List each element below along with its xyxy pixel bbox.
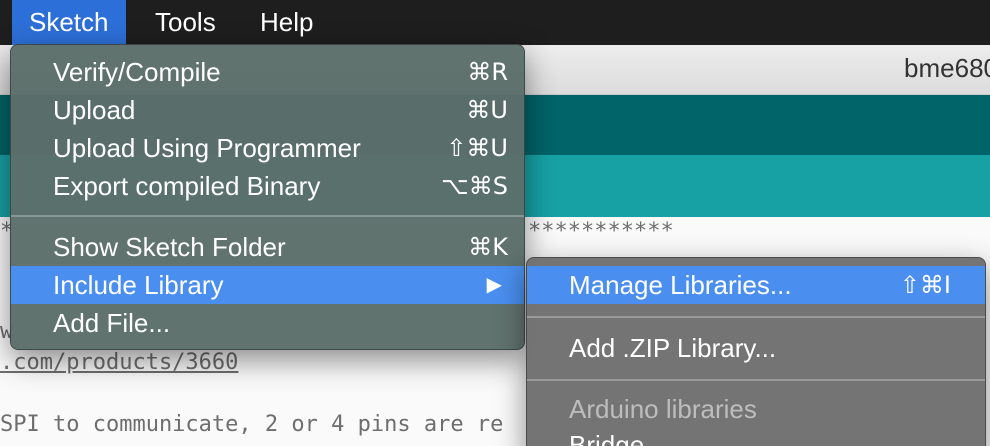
menu-item-include-library[interactable]: Include Library ▶: [11, 266, 524, 304]
menu-item-label: Upload Using Programmer: [53, 133, 361, 163]
menu-item-show-sketch-folder[interactable]: Show Sketch Folder ⌘K: [11, 228, 524, 266]
menu-item-add-zip-library[interactable]: Add .ZIP Library...: [527, 329, 985, 367]
menu-item-upload-using-programmer[interactable]: Upload Using Programmer ⇧⌘U: [11, 129, 524, 167]
menu-item-label: Verify/Compile: [53, 57, 221, 87]
menu-item-bridge[interactable]: Bridge: [527, 426, 985, 446]
menu-separator: [527, 316, 985, 318]
menu-item-label: Add File...: [53, 308, 171, 338]
menu-item-label: Upload: [53, 95, 136, 125]
shortcut-label: ⌘U: [466, 96, 508, 124]
menu-item-upload[interactable]: Upload ⌘U: [11, 91, 524, 129]
menu-help[interactable]: Help: [243, 0, 330, 45]
menu-section-header-arduino-libraries: Arduino libraries: [527, 390, 985, 428]
shortcut-label: ⇧⌘U: [446, 134, 508, 162]
shortcut-label: ⌘R: [467, 58, 508, 86]
menu-item-export-compiled-binary[interactable]: Export compiled Binary ⌥⌘S: [11, 167, 524, 205]
menu-item-label: Include Library: [53, 270, 224, 300]
menu-item-manage-libraries[interactable]: Manage Libraries... ⇧⌘I: [527, 266, 985, 304]
menu-item-label: Show Sketch Folder: [53, 232, 286, 262]
menu-sketch[interactable]: Sketch: [12, 0, 126, 45]
sketch-dropdown-menu: Verify/Compile ⌘R Upload ⌘U Upload Using…: [10, 44, 525, 350]
menu-item-label: Bridge: [569, 430, 645, 446]
menu-item-label: Arduino libraries: [569, 394, 757, 424]
shortcut-label: ⇧⌘I: [899, 271, 951, 299]
window-title: bme680: [904, 53, 990, 83]
menu-item-label: Manage Libraries...: [569, 270, 792, 300]
code-link[interactable]: .com/products/3660: [0, 350, 238, 375]
menu-item-verify-compile[interactable]: Verify/Compile ⌘R: [11, 53, 524, 91]
menu-item-label: Add .ZIP Library...: [569, 333, 777, 363]
menu-tools[interactable]: Tools: [138, 0, 233, 45]
shortcut-label: ⌥⌘S: [441, 172, 508, 200]
menu-item-add-file[interactable]: Add File...: [11, 304, 524, 342]
code-line: ***********: [528, 219, 674, 244]
include-library-submenu: Manage Libraries... ⇧⌘I Add .ZIP Library…: [526, 257, 986, 446]
menu-bar: Sketch Tools Help: [0, 0, 990, 45]
menu-separator: [11, 215, 524, 217]
menu-item-label: Export compiled Binary: [53, 171, 321, 201]
code-line: SPI to communicate, 2 or 4 pins are re: [0, 412, 504, 437]
submenu-arrow-icon: ▶: [486, 274, 502, 296]
shortcut-label: ⌘K: [468, 233, 508, 261]
menu-separator: [527, 379, 985, 381]
